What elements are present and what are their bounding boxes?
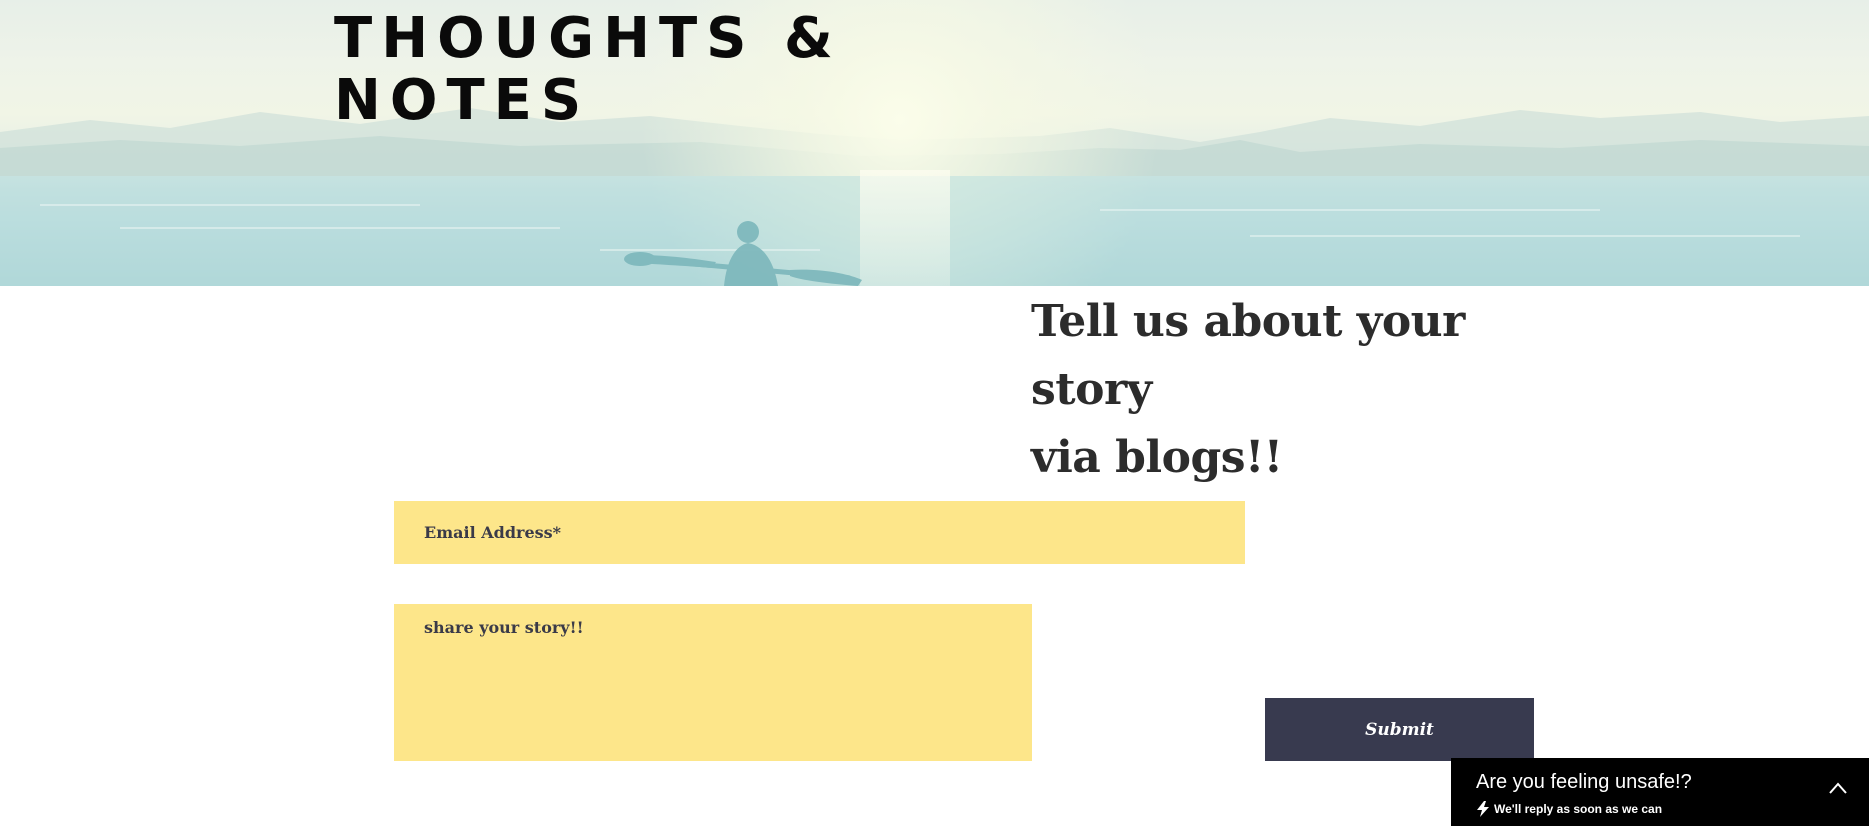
story-heading-line1: Tell us about your story [1031,296,1465,415]
hero-background-image [0,0,1869,286]
chat-title: Are you feeling unsafe!? [1476,771,1692,793]
hero-title-line2: NOTES [334,68,591,133]
chat-subtitle-row: We'll reply as soon as we can [1476,801,1662,817]
hero-title: THOUGHTS & NOTES [334,8,894,132]
story-heading-line2: via blogs!! [1031,432,1283,483]
story-textarea[interactable] [394,604,1032,761]
chevron-up-icon[interactable] [1829,782,1847,794]
chat-subtitle: We'll reply as soon as we can [1494,802,1663,816]
page: THOUGHTS & NOTES Tell us about your stor… [0,0,1869,826]
bolt-icon [1477,801,1489,817]
email-field[interactable] [394,501,1245,564]
submit-button[interactable]: Submit [1265,698,1534,761]
hero-banner: THOUGHTS & NOTES [0,0,1869,286]
story-heading: Tell us about your story via blogs!! [1031,288,1571,492]
chat-widget[interactable]: Are you feeling unsafe!? We'll reply as … [1451,758,1869,826]
hero-title-line1: THOUGHTS & [334,6,842,71]
